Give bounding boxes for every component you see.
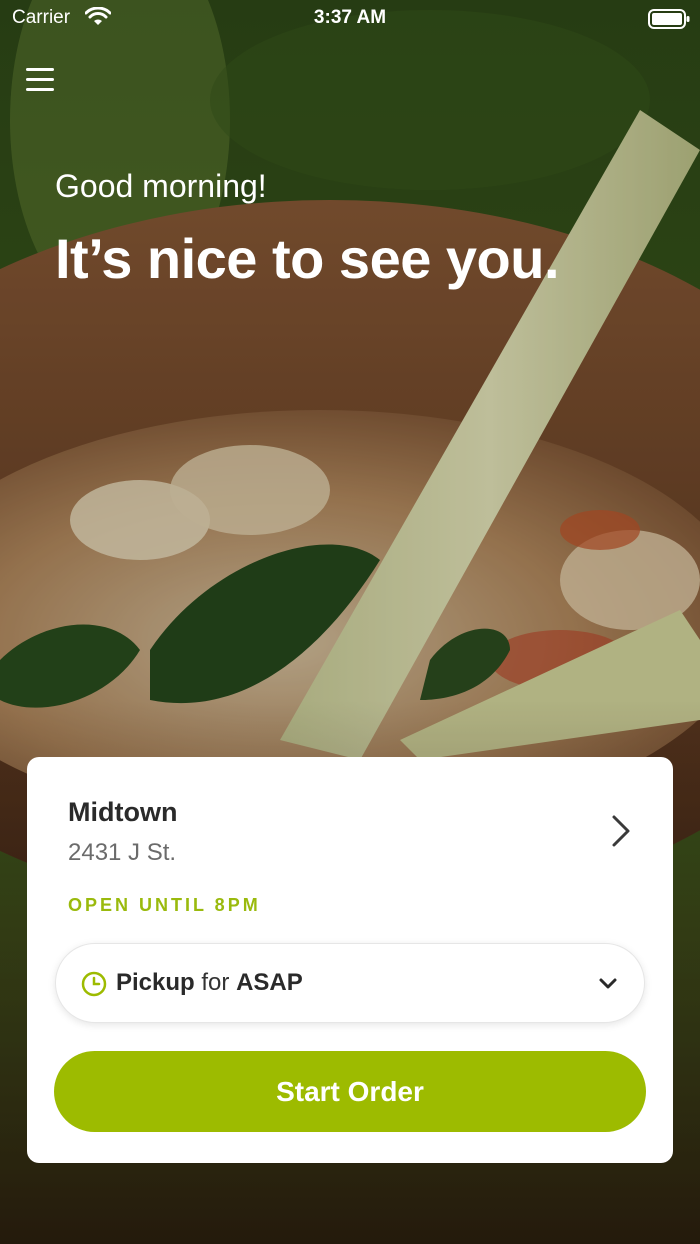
status-bar: Carrier 3:37 AM bbox=[0, 0, 700, 36]
headline-text: It’s nice to see you. bbox=[55, 227, 560, 290]
location-name: Midtown bbox=[68, 797, 178, 827]
order-mode-type: Pickup bbox=[116, 969, 195, 996]
order-mode-time: ASAP bbox=[236, 969, 303, 996]
battery-icon bbox=[648, 9, 690, 35]
hamburger-menu-icon[interactable] bbox=[24, 64, 58, 96]
location-address: 2431 J St. bbox=[68, 839, 177, 866]
hours-status: OPEN UNTIL 8PM bbox=[68, 895, 261, 915]
greeting-text: Good morning! bbox=[55, 168, 267, 204]
order-mode-text: Pickup for ASAP bbox=[116, 969, 303, 997]
clock-icon bbox=[81, 971, 107, 1002]
chevron-down-icon bbox=[598, 977, 618, 996]
order-card: Midtown 2431 J St. OPEN UNTIL 8PM Pickup… bbox=[27, 757, 673, 1163]
location-selector[interactable]: Midtown 2431 J St. bbox=[27, 757, 673, 877]
order-mode-connector: for bbox=[201, 969, 230, 996]
order-mode-dropdown[interactable]: Pickup for ASAP bbox=[55, 943, 645, 1023]
start-order-button[interactable]: Start Order bbox=[54, 1051, 646, 1132]
clock-time: 3:37 AM bbox=[313, 7, 387, 28]
chevron-right-icon bbox=[610, 814, 632, 853]
